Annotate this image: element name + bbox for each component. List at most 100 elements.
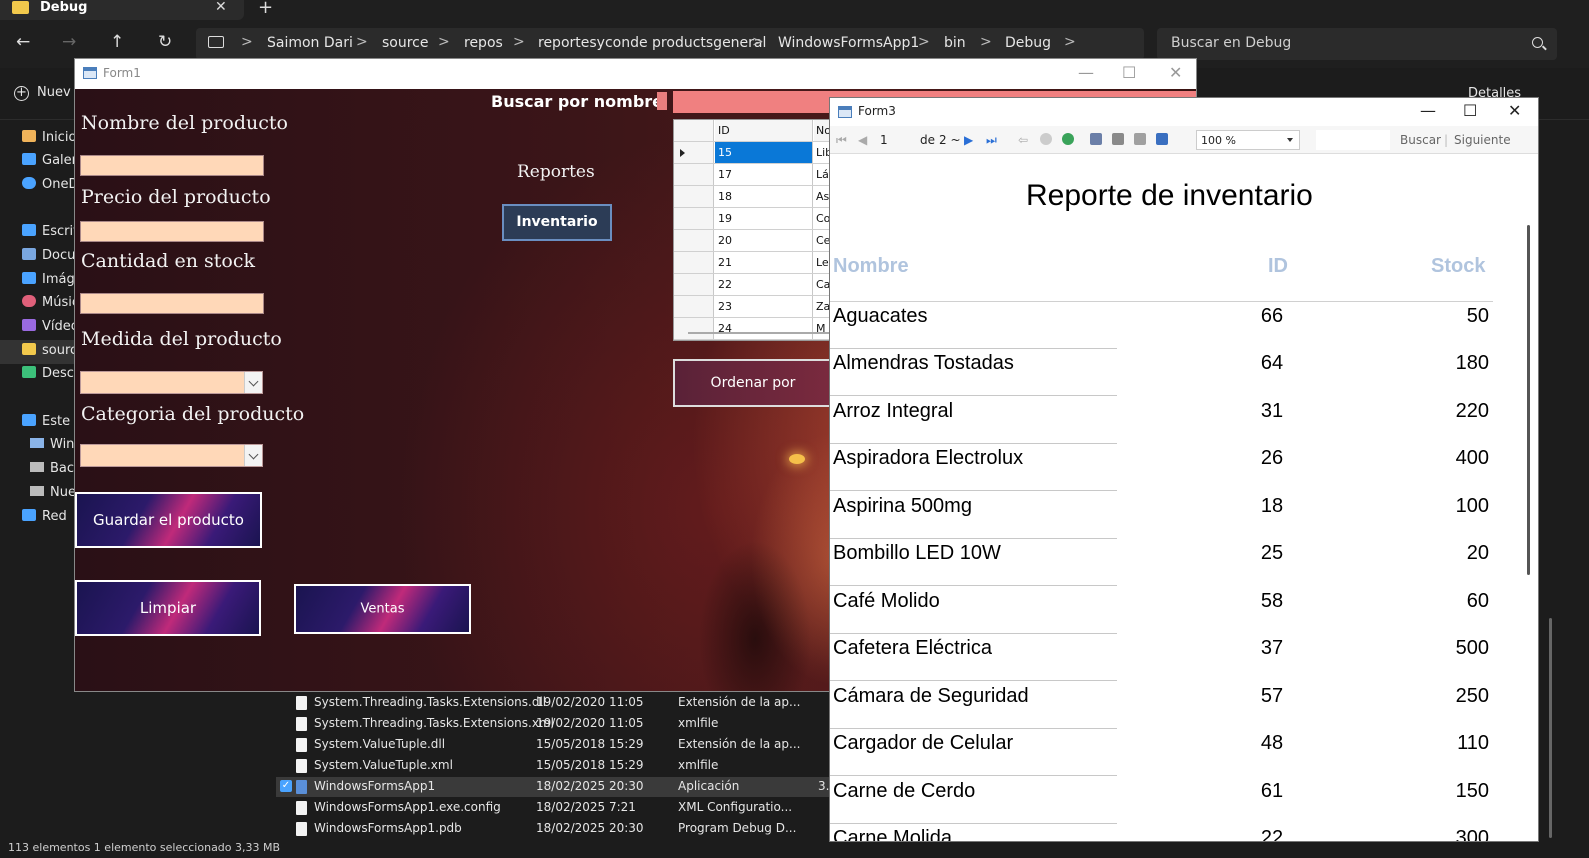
grid-cell[interactable]: 24 xyxy=(715,318,813,339)
up-arrow-icon[interactable]: ↑ xyxy=(110,32,124,52)
grid-cell[interactable]: 18 xyxy=(715,186,813,207)
new-tab-icon[interactable]: + xyxy=(258,0,273,18)
report-vertical-scrollbar[interactable] xyxy=(1527,225,1530,575)
sidebar-item-descargas[interactable]: Desca xyxy=(22,366,82,386)
row-header[interactable] xyxy=(674,208,714,229)
back-icon[interactable]: ⇦ xyxy=(1018,133,1028,147)
ventas-button[interactable]: Ventas xyxy=(294,584,471,634)
search-input[interactable]: Buscar en Debug xyxy=(1157,28,1557,60)
chevron-down-icon[interactable] xyxy=(244,372,262,393)
grid-row[interactable]: 23 Zar xyxy=(674,296,832,318)
sidebar-item-galeria[interactable]: Galerí xyxy=(22,153,81,173)
grid-row[interactable]: 21 Lec xyxy=(674,252,832,274)
page-setup-icon[interactable] xyxy=(1134,133,1146,145)
breadcrumb-item[interactable]: WindowsFormsApp1 xyxy=(778,35,919,51)
products-datagrid[interactable]: IDNo 15Lib 17Lár 18Asp 19Co 20Cer 21Lec … xyxy=(673,119,833,341)
row-header[interactable] xyxy=(674,274,714,295)
file-row[interactable]: WindowsFormsApp1.exe.config 18/02/2025 7:… xyxy=(276,798,836,818)
grid-cell[interactable]: 17 xyxy=(715,164,813,185)
stop-icon[interactable] xyxy=(1040,133,1052,145)
grid-cell[interactable]: 21 xyxy=(715,252,813,273)
file-row[interactable]: System.Threading.Tasks.Extensions.dll 19/… xyxy=(276,693,836,713)
zoom-select[interactable]: 100 % xyxy=(1196,130,1300,150)
grid-row[interactable]: 19 Co xyxy=(674,208,832,230)
row-header[interactable] xyxy=(674,318,714,339)
export-icon[interactable] xyxy=(1156,133,1168,145)
grid-cell[interactable]: 15 xyxy=(715,142,813,163)
new-button[interactable]: + Nuev xyxy=(14,85,71,101)
precio-input[interactable] xyxy=(80,221,264,242)
last-page-icon[interactable]: ⏭ xyxy=(986,133,997,148)
breadcrumb-item[interactable]: Debug xyxy=(1005,35,1051,51)
sidebar-item-videos[interactable]: Vídeo xyxy=(22,319,79,339)
back-arrow-icon[interactable]: ← xyxy=(16,32,30,52)
breadcrumb-item[interactable]: repos xyxy=(464,35,503,51)
explorer-tab[interactable]: Debug ✕ xyxy=(0,0,244,20)
file-row[interactable]: System.Threading.Tasks.Extensions.xml 19/… xyxy=(276,714,836,734)
categoria-combobox[interactable] xyxy=(80,444,263,467)
row-header[interactable] xyxy=(674,186,714,207)
grid-column-header[interactable]: ID xyxy=(715,120,813,141)
close-button[interactable]: ✕ xyxy=(1169,63,1182,82)
page-number-input[interactable]: 1 xyxy=(880,133,888,147)
breadcrumb-item[interactable]: bin xyxy=(944,35,966,51)
print-icon[interactable] xyxy=(1090,133,1102,145)
grid-row[interactable]: 22 Ca xyxy=(674,274,832,296)
grid-row[interactable]: 20Cer xyxy=(674,230,832,252)
checkbox-icon[interactable]: ✓ xyxy=(280,780,292,792)
cantidad-input[interactable] xyxy=(80,293,264,314)
sidebar-item-inicio[interactable]: Inicio xyxy=(22,130,76,150)
ordenar-por-button[interactable]: Ordenar por xyxy=(673,359,833,407)
medida-combobox[interactable] xyxy=(80,371,263,394)
grid-row[interactable]: 18Asp xyxy=(674,186,832,208)
limpiar-button[interactable]: Limpiar xyxy=(75,580,261,636)
form1-title-bar[interactable]: Form1 — ☐ ✕ xyxy=(75,59,1196,89)
find-text-input[interactable] xyxy=(1316,130,1390,150)
file-row[interactable]: System.ValueTuple.xml 15/05/2018 15:29 xml… xyxy=(276,756,836,776)
refresh-icon[interactable] xyxy=(1062,133,1074,145)
file-row-selected[interactable]: ✓ WindowsFormsApp1 18/02/2025 20:30 Aplicac… xyxy=(276,777,836,797)
minimize-button[interactable]: — xyxy=(1420,101,1436,120)
grid-cell[interactable]: 22 xyxy=(715,274,813,295)
file-row[interactable]: WindowsFormsApp1.pdb 18/02/2025 20:30 Prog… xyxy=(276,819,836,839)
next-page-icon[interactable]: ▶ xyxy=(964,133,973,147)
row-header[interactable] xyxy=(674,296,714,317)
breadcrumb-item[interactable]: reportesyconde productsgeneral xyxy=(538,35,766,51)
row-header[interactable] xyxy=(674,142,714,163)
grid-cell[interactable]: 20 xyxy=(715,230,813,251)
form3-title-bar[interactable]: Form3 — ☐ ✕ xyxy=(830,98,1538,126)
explorer-scrollbar[interactable] xyxy=(1549,618,1552,838)
grid-cell[interactable]: 19 xyxy=(715,208,813,229)
guardar-producto-button[interactable]: Guardar el producto xyxy=(75,492,262,548)
forward-arrow-icon[interactable]: → xyxy=(62,32,76,52)
row-header[interactable] xyxy=(674,230,714,251)
grid-horizontal-scrollbar[interactable] xyxy=(688,332,832,334)
minimize-button[interactable]: — xyxy=(1078,63,1094,82)
previous-page-icon[interactable]: ◀ xyxy=(858,133,867,147)
first-page-icon[interactable]: ⏮ xyxy=(836,133,847,148)
breadcrumb-item[interactable]: source xyxy=(382,35,429,51)
refresh-icon[interactable]: ↻ xyxy=(158,32,172,52)
grid-row[interactable]: 15 Lib xyxy=(674,142,832,164)
maximize-button[interactable]: ☐ xyxy=(1122,63,1136,82)
search-icon[interactable] xyxy=(1532,37,1543,48)
sidebar-item-onedrive[interactable]: OneD xyxy=(22,177,78,197)
grid-row[interactable]: 24 M xyxy=(674,318,832,340)
sidebar-item-musica[interactable]: Músic xyxy=(22,295,79,315)
row-header[interactable] xyxy=(674,164,714,185)
breadcrumb-item[interactable]: Saimon Dari xyxy=(267,35,353,51)
maximize-button[interactable]: ☐ xyxy=(1463,101,1477,120)
find-next-button[interactable]: Siguiente xyxy=(1454,133,1511,147)
row-header[interactable] xyxy=(674,252,714,273)
tab-close-icon[interactable]: ✕ xyxy=(215,0,227,15)
file-row[interactable]: System.ValueTuple.dll 15/05/2018 15:29 Ext… xyxy=(276,735,836,755)
sidebar-item-red[interactable]: Red xyxy=(22,509,67,529)
chevron-down-icon[interactable] xyxy=(244,445,262,466)
nombre-input[interactable] xyxy=(80,155,264,176)
find-button[interactable]: Buscar xyxy=(1400,133,1441,147)
grid-row[interactable]: 17 Lár xyxy=(674,164,832,186)
print-layout-icon[interactable] xyxy=(1112,133,1124,145)
sidebar-item-nuevo-volumen[interactable]: Nue xyxy=(30,485,76,505)
address-bar[interactable]: > Saimon Dari > source > repos > reporte… xyxy=(196,28,1144,60)
grid-cell[interactable]: 23 xyxy=(715,296,813,317)
